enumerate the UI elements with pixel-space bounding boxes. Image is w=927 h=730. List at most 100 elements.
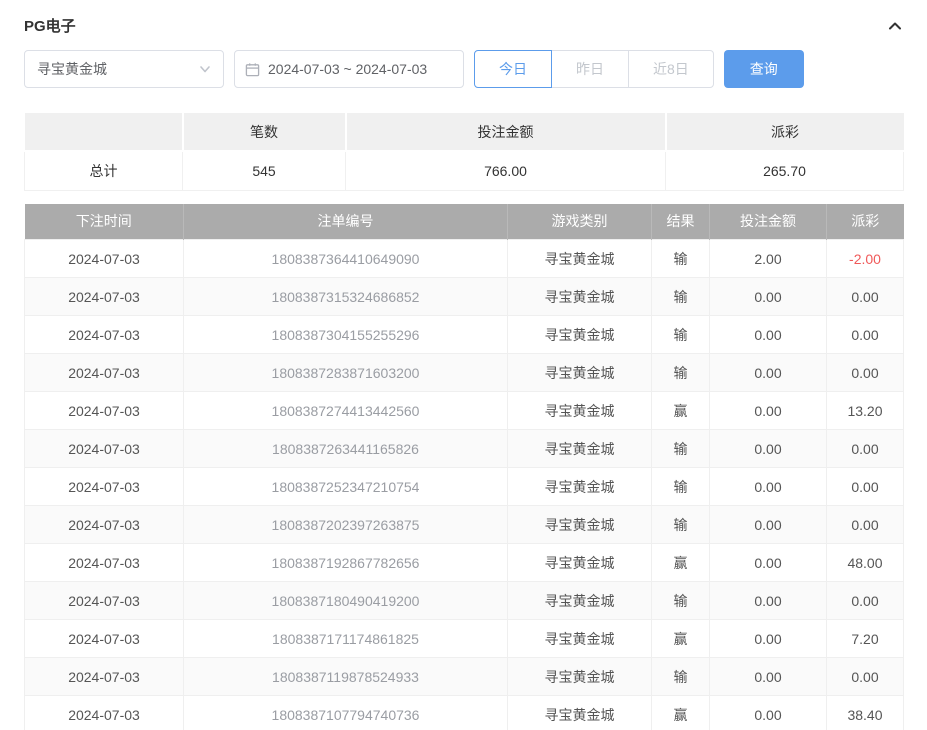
table-row: 2024-07-03 1808387283871603200 寻宝黄金城 输 0… — [25, 354, 904, 392]
game-type: 寻宝黄金城 — [508, 506, 652, 544]
panel-title: PG电子 — [24, 15, 76, 36]
bet-amount: 0.00 — [710, 316, 827, 354]
calendar-icon — [245, 62, 260, 77]
bet-payout: 0.00 — [827, 354, 904, 392]
table-row: 2024-07-03 1808387364410649090 寻宝黄金城 输 2… — [25, 240, 904, 278]
bet-date: 2024-07-03 — [25, 620, 184, 658]
quick-date-buttons: 今日 昨日 近8日 — [474, 50, 714, 88]
bet-date: 2024-07-03 — [25, 468, 184, 506]
bet-id: 1808387304155255296 — [184, 316, 508, 354]
summary-total-count: 545 — [183, 151, 346, 190]
bet-date: 2024-07-03 — [25, 430, 184, 468]
bet-payout: 0.00 — [827, 316, 904, 354]
date-range-input[interactable]: 2024-07-03 ~ 2024-07-03 — [234, 50, 464, 88]
filter-bar: 寻宝黄金城 2024-07-03 ~ 2024-07-03 今日 昨日 近8日 … — [24, 50, 903, 88]
bet-id: 1808387252347210754 — [184, 468, 508, 506]
search-button[interactable]: 查询 — [724, 50, 804, 88]
bet-payout: 0.00 — [827, 582, 904, 620]
game-type: 寻宝黄金城 — [508, 544, 652, 582]
game-type: 寻宝黄金城 — [508, 658, 652, 696]
table-row: 2024-07-03 1808387202397263875 寻宝黄金城 输 0… — [25, 506, 904, 544]
summary-total-label: 总计 — [25, 151, 183, 190]
game-type: 寻宝黄金城 — [508, 240, 652, 278]
collapse-button[interactable] — [887, 18, 903, 34]
bet-amount: 0.00 — [710, 354, 827, 392]
bet-id: 1808387283871603200 — [184, 354, 508, 392]
bet-amount: 0.00 — [710, 658, 827, 696]
bet-result: 赢 — [652, 620, 710, 658]
game-type: 寻宝黄金城 — [508, 468, 652, 506]
bet-id: 1808387263441165826 — [184, 430, 508, 468]
summary-table: 笔数 投注金额 派彩 总计 545 766.00 265.70 — [24, 113, 904, 191]
summary-header-bet-amount: 投注金额 — [346, 113, 666, 151]
table-row: 2024-07-03 1808387274413442560 寻宝黄金城 赢 0… — [25, 392, 904, 430]
bet-amount: 0.00 — [710, 620, 827, 658]
bet-id: 1808387180490419200 — [184, 582, 508, 620]
table-row: 2024-07-03 1808387171174861825 寻宝黄金城 赢 0… — [25, 620, 904, 658]
bet-date: 2024-07-03 — [25, 696, 184, 730]
bet-result: 输 — [652, 316, 710, 354]
bet-payout: 0.00 — [827, 468, 904, 506]
bet-id: 1808387107794740736 — [184, 696, 508, 730]
bet-result: 赢 — [652, 392, 710, 430]
game-type: 寻宝黄金城 — [508, 620, 652, 658]
table-row: 2024-07-03 1808387107794740736 寻宝黄金城 赢 0… — [25, 696, 904, 730]
summary-total-payout: 265.70 — [666, 151, 904, 190]
column-bet-amount: 投注金额 — [710, 204, 827, 240]
bet-result: 输 — [652, 430, 710, 468]
date-range-value: 2024-07-03 ~ 2024-07-03 — [268, 61, 427, 77]
bet-date: 2024-07-03 — [25, 240, 184, 278]
game-type: 寻宝黄金城 — [508, 696, 652, 730]
bet-amount: 0.00 — [710, 582, 827, 620]
bet-id: 1808387202397263875 — [184, 506, 508, 544]
bets-table: 下注时间 注单编号 游戏类别 结果 投注金额 派彩 2024-07-03 180… — [24, 204, 904, 730]
bet-amount: 2.00 — [710, 240, 827, 278]
bet-amount: 0.00 — [710, 696, 827, 730]
bet-date: 2024-07-03 — [25, 544, 184, 582]
table-row: 2024-07-03 1808387315324686852 寻宝黄金城 输 0… — [25, 278, 904, 316]
bet-result: 输 — [652, 240, 710, 278]
bet-date: 2024-07-03 — [25, 354, 184, 392]
bet-id: 1808387171174861825 — [184, 620, 508, 658]
column-bet-id: 注单编号 — [184, 204, 508, 240]
bet-date: 2024-07-03 — [25, 278, 184, 316]
bet-payout: 0.00 — [827, 506, 904, 544]
table-row: 2024-07-03 1808387304155255296 寻宝黄金城 输 0… — [25, 316, 904, 354]
bets-header-row: 下注时间 注单编号 游戏类别 结果 投注金额 派彩 — [25, 204, 904, 240]
column-game-type: 游戏类别 — [508, 204, 652, 240]
today-button[interactable]: 今日 — [474, 50, 552, 88]
bet-id: 1808387192867782656 — [184, 544, 508, 582]
game-type: 寻宝黄金城 — [508, 582, 652, 620]
table-row: 2024-07-03 1808387263441165826 寻宝黄金城 输 0… — [25, 430, 904, 468]
bet-amount: 0.00 — [710, 392, 827, 430]
bet-date: 2024-07-03 — [25, 658, 184, 696]
bet-result: 赢 — [652, 544, 710, 582]
table-row: 2024-07-03 1808387180490419200 寻宝黄金城 输 0… — [25, 582, 904, 620]
bet-result: 赢 — [652, 696, 710, 730]
summary-header-row: 笔数 投注金额 派彩 — [25, 113, 904, 151]
yesterday-button[interactable]: 昨日 — [551, 50, 629, 88]
game-select[interactable]: 寻宝黄金城 — [24, 50, 224, 88]
bet-payout: -2.00 — [827, 240, 904, 278]
bet-amount: 0.00 — [710, 506, 827, 544]
bet-amount: 0.00 — [710, 430, 827, 468]
bet-payout: 0.00 — [827, 658, 904, 696]
bet-payout: 38.40 — [827, 696, 904, 730]
bet-date: 2024-07-03 — [25, 392, 184, 430]
game-type: 寻宝黄金城 — [508, 392, 652, 430]
bet-id: 1808387315324686852 — [184, 278, 508, 316]
bet-payout: 48.00 — [827, 544, 904, 582]
game-type: 寻宝黄金城 — [508, 430, 652, 468]
game-type: 寻宝黄金城 — [508, 278, 652, 316]
bet-result: 输 — [652, 658, 710, 696]
last-8-days-button[interactable]: 近8日 — [628, 50, 714, 88]
summary-header-empty — [25, 113, 183, 151]
bet-result: 输 — [652, 468, 710, 506]
bet-date: 2024-07-03 — [25, 506, 184, 544]
bet-amount: 0.00 — [710, 544, 827, 582]
bet-amount: 0.00 — [710, 468, 827, 506]
summary-total-row: 总计 545 766.00 265.70 — [25, 151, 904, 190]
bet-date: 2024-07-03 — [25, 316, 184, 354]
report-panel: PG电子 寻宝黄金城 2024-07-03 ~ 2024-07-03 今日 昨日… — [0, 0, 927, 730]
panel-header: PG电子 — [24, 0, 903, 50]
